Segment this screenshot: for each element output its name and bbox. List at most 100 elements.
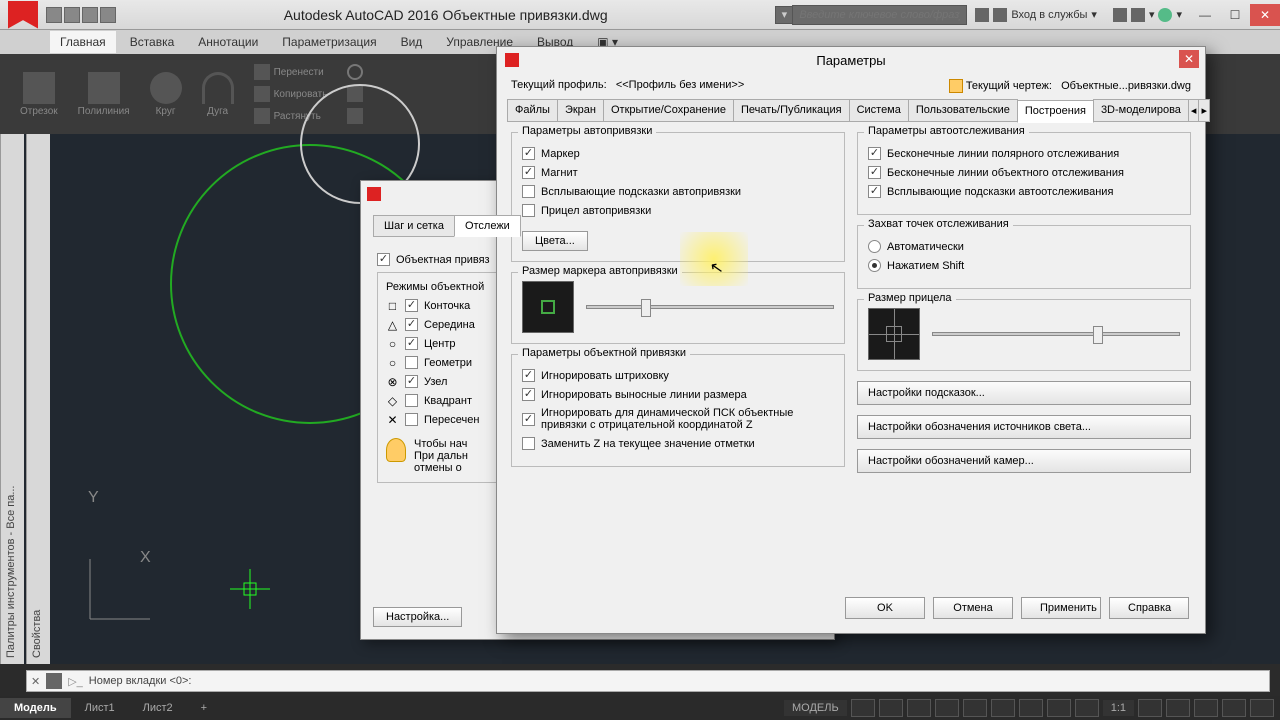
track-tooltip-checkbox[interactable] [868,185,881,198]
cancel-button[interactable]: Отмена [933,597,1013,619]
tabs-scroll-right[interactable]: ▸ [1198,99,1210,122]
light-glyph-settings-button[interactable]: Настройки обозначения источников света..… [857,415,1191,439]
app-logo[interactable] [8,1,38,29]
maximize-button[interactable]: ☐ [1220,4,1250,26]
ignore-hatch-checkbox[interactable] [522,369,535,382]
search-input[interactable] [792,5,967,25]
osnap-toggle-icon[interactable] [963,699,987,717]
search-dropdown-icon[interactable]: ▾ [775,6,793,24]
isolate-icon[interactable] [1194,699,1218,717]
options-tab-drafting[interactable]: Построения [1017,100,1094,123]
draw-polyline-button[interactable]: Полилиния [78,72,130,117]
annoscale-icon[interactable] [1075,699,1099,717]
intersection-checkbox[interactable] [405,413,418,426]
tool-palettes-bar[interactable]: Палитры инструментов - Все па... [0,134,24,664]
help-button[interactable]: Справка [1109,597,1189,619]
ribbon-tab-insert[interactable]: Вставка [120,31,185,53]
grid-toggle-icon[interactable] [851,699,875,717]
ignore-negz-checkbox[interactable] [522,413,535,426]
modify-rotate-icon[interactable] [347,64,363,80]
clean-screen-icon[interactable] [1250,699,1274,717]
login-button[interactable]: Вход в службы▾ [967,8,1105,22]
tab-tracking[interactable]: Отслежи [454,215,521,237]
dialog-close-button[interactable]: ✕ [1179,50,1199,68]
quadrant-checkbox[interactable] [405,394,418,407]
current-profile-value: <<Профиль без имени>> [616,79,744,91]
ribbon-tab-home[interactable]: Главная [50,31,116,53]
tip-text: Чтобы нач При дальн отмены о [414,438,468,474]
status-modelspace[interactable]: МОДЕЛЬ [784,700,847,716]
polar-vector-checkbox[interactable] [868,147,881,160]
exchange-icon[interactable] [1113,8,1127,22]
apply-button[interactable]: Применить [1021,597,1101,619]
qat-open-icon[interactable] [64,7,80,23]
cmd-wrench-icon[interactable] [46,673,62,689]
center-checkbox[interactable] [405,337,418,350]
options-tab-user[interactable]: Пользовательские [908,99,1018,122]
colors-button[interactable]: Цвета... [522,231,588,251]
draw-line-button[interactable]: Отрезок [20,72,58,117]
transparency-toggle-icon[interactable] [1019,699,1043,717]
acq-shift-radio[interactable] [868,259,881,272]
model-tab[interactable]: Модель [0,698,71,718]
ok-button[interactable]: OK [845,597,925,619]
qat-save-icon[interactable] [82,7,98,23]
aperture-size-slider[interactable] [932,332,1180,336]
midpoint-checkbox[interactable] [405,318,418,331]
endpoint-icon: □ [386,299,399,312]
draw-circle-button[interactable]: Круг [150,72,182,117]
modify-move-button[interactable]: Перенести [254,64,328,80]
options-tab-opensave[interactable]: Открытие/Сохранение [603,99,734,122]
intersection-icon: ✕ [386,413,399,426]
cycling-toggle-icon[interactable] [1047,699,1071,717]
draw-arc-button[interactable]: Дуга [202,72,234,117]
options-tab-system[interactable]: Система [849,99,909,122]
node-checkbox[interactable] [405,375,418,388]
aperture-checkbox[interactable] [522,204,535,217]
command-line[interactable]: ✕ ▷_ Номер вкладки <0>: [26,670,1270,692]
options-tab-plot[interactable]: Печать/Публикация [733,99,850,122]
snap-tooltip-checkbox[interactable] [522,185,535,198]
zoom-extents-icon[interactable] [1138,699,1162,717]
options-tab-3d[interactable]: 3D-моделирова [1093,99,1189,122]
ignore-extlines-checkbox[interactable] [522,388,535,401]
modify-copy-button[interactable]: Копировать [254,86,328,102]
replace-z-checkbox[interactable] [522,437,535,450]
layout-tab-2[interactable]: Лист2 [129,698,187,718]
tab-snap-grid[interactable]: Шаг и сетка [373,215,455,237]
endpoint-checkbox[interactable] [405,299,418,312]
qat-new-icon[interactable] [46,7,62,23]
a360-icon[interactable] [1131,8,1145,22]
customize-status-icon[interactable] [1166,699,1190,717]
object-vector-checkbox[interactable] [868,166,881,179]
osnap-on-checkbox[interactable] [377,253,390,266]
ortho-toggle-icon[interactable] [907,699,931,717]
polar-toggle-icon[interactable] [935,699,959,717]
scale-display[interactable]: 1:1 [1103,700,1134,716]
snap-toggle-icon[interactable] [879,699,903,717]
hardware-accel-icon[interactable] [1222,699,1246,717]
minimize-button[interactable]: — [1190,4,1220,26]
app-title: Autodesk AutoCAD 2016 Объектные привязки… [116,7,775,23]
qat-more-icon[interactable] [100,7,116,23]
options-tab-files[interactable]: Файлы [507,99,558,122]
layout-tab-1[interactable]: Лист1 [71,698,129,718]
tooltip-settings-button[interactable]: Настройки подсказок... [857,381,1191,405]
options-tab-display[interactable]: Экран [557,99,604,122]
marker-size-slider[interactable] [586,305,834,309]
cmd-close-icon[interactable]: ✕ [31,675,40,688]
ribbon-tab-view[interactable]: Вид [391,31,433,53]
acq-auto-radio[interactable] [868,240,881,253]
camera-glyph-settings-button[interactable]: Настройки обозначений камер... [857,449,1191,473]
window-close-button[interactable]: ✕ [1250,4,1280,26]
magnet-checkbox[interactable] [522,166,535,179]
properties-bar[interactable]: Свойства [26,134,50,664]
add-layout-button[interactable]: + [187,698,221,718]
ribbon-tab-parametric[interactable]: Параметризация [272,31,386,53]
geometric-checkbox[interactable] [405,356,418,369]
lwt-toggle-icon[interactable] [991,699,1015,717]
marker-checkbox[interactable] [522,147,535,160]
help-icon[interactable] [1158,8,1172,22]
ribbon-tab-annotate[interactable]: Аннотации [188,31,268,53]
settings-button[interactable]: Настройка... [373,607,462,627]
